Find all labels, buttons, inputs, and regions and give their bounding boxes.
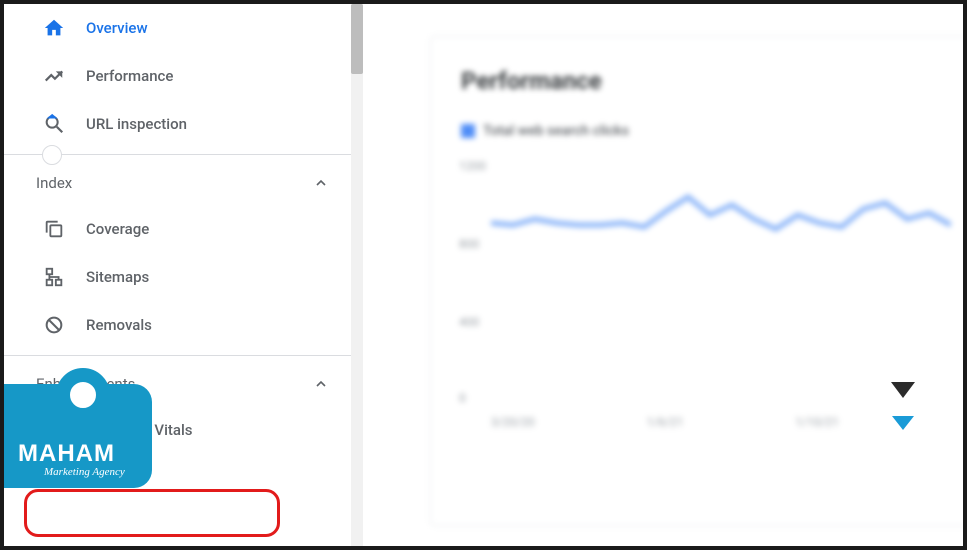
y-tick: 400 bbox=[459, 315, 479, 329]
legend-label: Total web search clicks bbox=[483, 123, 629, 139]
x-axis-ticks: 3/20/20 1/6/21 1/10/21 bbox=[491, 415, 951, 429]
sidebar-item-label: Overview bbox=[86, 19, 148, 37]
sidebar-item-label: Sitemaps bbox=[86, 268, 149, 286]
card-title: Performance bbox=[461, 67, 939, 95]
performance-chart: 1200 800 400 0 3/20/20 1/6/21 1/10/21 bbox=[461, 159, 951, 399]
y-tick: 0 bbox=[459, 391, 466, 405]
chevron-up-icon bbox=[313, 175, 329, 191]
sidebar-item-url-inspection[interactable]: URL inspection bbox=[4, 100, 359, 148]
chevron-up-icon bbox=[313, 376, 329, 392]
chart-legend: Total web search clicks bbox=[461, 123, 939, 139]
sidebar-item-removals[interactable]: Removals bbox=[4, 301, 359, 349]
legend-swatch-icon bbox=[461, 124, 475, 138]
sidebar-divider bbox=[4, 355, 359, 356]
sidebar-item-coverage[interactable]: Coverage bbox=[4, 205, 359, 253]
chart-line bbox=[491, 159, 951, 399]
y-tick: 800 bbox=[459, 237, 479, 251]
sidebar-section-index[interactable]: Index bbox=[4, 161, 359, 205]
sitemap-icon bbox=[42, 265, 66, 289]
triangle-down-icon bbox=[892, 416, 914, 430]
x-tick: 1/6/21 bbox=[647, 415, 684, 429]
sidebar-item-sitemaps[interactable]: Sitemaps bbox=[4, 253, 359, 301]
copy-icon bbox=[42, 217, 66, 241]
removals-icon bbox=[42, 313, 66, 337]
trend-up-icon bbox=[42, 64, 66, 88]
x-tick: 3/20/20 bbox=[491, 415, 535, 429]
logo-name: MAHAM bbox=[18, 440, 115, 468]
logo-tagline: Marketing Agency bbox=[44, 466, 125, 478]
sidebar-item-label: Coverage bbox=[86, 220, 149, 238]
sidebar-item-overview[interactable]: Overview bbox=[4, 4, 359, 52]
sidebar-scrollbar-track[interactable] bbox=[351, 4, 363, 546]
watermark-logo: MAHAM Marketing Agency bbox=[4, 384, 174, 504]
triangle-down-icon bbox=[891, 382, 915, 398]
arrow-marker-icon bbox=[42, 145, 62, 165]
section-label: Index bbox=[36, 174, 72, 192]
sidebar-item-label: Removals bbox=[86, 316, 152, 334]
home-icon bbox=[42, 16, 66, 40]
y-tick: 1200 bbox=[459, 159, 486, 173]
sidebar-scrollbar-thumb[interactable] bbox=[351, 4, 363, 74]
magnifier-icon bbox=[42, 112, 66, 136]
sidebar-item-label: URL inspection bbox=[86, 115, 187, 133]
main-content: Performance Total web search clicks 1200… bbox=[364, 4, 963, 546]
x-tick: 1/10/21 bbox=[795, 415, 839, 429]
sidebar-item-label: Performance bbox=[86, 67, 173, 85]
dropdown-arrows-overlay bbox=[891, 382, 915, 430]
performance-card: Performance Total web search clicks 1200… bbox=[430, 36, 967, 526]
app-window: Overview Performance URL inspection Inde… bbox=[0, 0, 967, 550]
sidebar-divider bbox=[4, 154, 359, 155]
sidebar-item-performance[interactable]: Performance bbox=[4, 52, 359, 100]
